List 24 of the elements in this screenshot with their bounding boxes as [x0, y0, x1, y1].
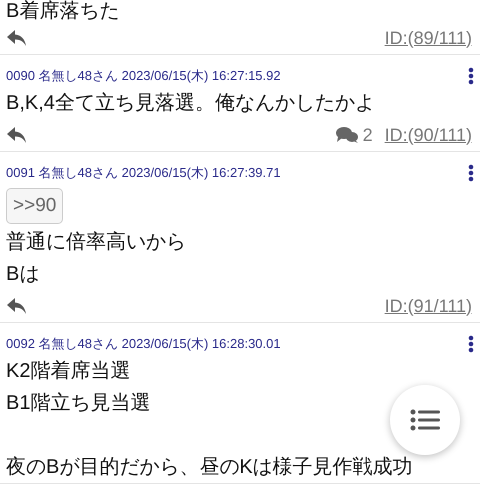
reply-count: 2: [362, 124, 373, 146]
list-icon: [410, 408, 440, 432]
reply-icon[interactable]: [6, 297, 28, 315]
post-text: K2階着席当選: [6, 359, 130, 384]
reply-icon[interactable]: [6, 126, 28, 144]
post-text: Bは: [6, 262, 40, 287]
post-header: 0090 名無し48さん 2023/06/15(木) 16:27:15.92: [6, 67, 281, 85]
id-link[interactable]: ID:(90/111): [384, 124, 472, 146]
id-link[interactable]: ID:(91/111): [384, 296, 472, 316]
post-header: 0092 名無し48さん 2023/06/15(木) 16:28:30.01: [6, 335, 281, 353]
id-link[interactable]: ID:(89/111): [384, 28, 472, 48]
more-icon[interactable]: [468, 67, 474, 85]
more-icon[interactable]: [468, 335, 474, 353]
menu-button[interactable]: [390, 385, 460, 455]
more-icon[interactable]: [468, 164, 474, 182]
post-text: B着席落ちた: [6, 0, 120, 22]
post-text: B1階立ち見当選: [6, 391, 150, 416]
post-text: 夜のBが目的だから、昼のKは様子見作戦成功: [6, 455, 413, 480]
reply-icon[interactable]: [6, 29, 28, 47]
speech-bubbles-icon: [334, 126, 359, 144]
post-text: 普通に倍率高いから: [6, 230, 186, 255]
post-text: B,K,4全て立ち見落選。俺なんかしたかよ: [6, 91, 375, 116]
reply-anchor[interactable]: >>90: [6, 188, 64, 224]
post-header: 0091 名無し48さん 2023/06/15(木) 16:27:39.71: [6, 164, 281, 182]
